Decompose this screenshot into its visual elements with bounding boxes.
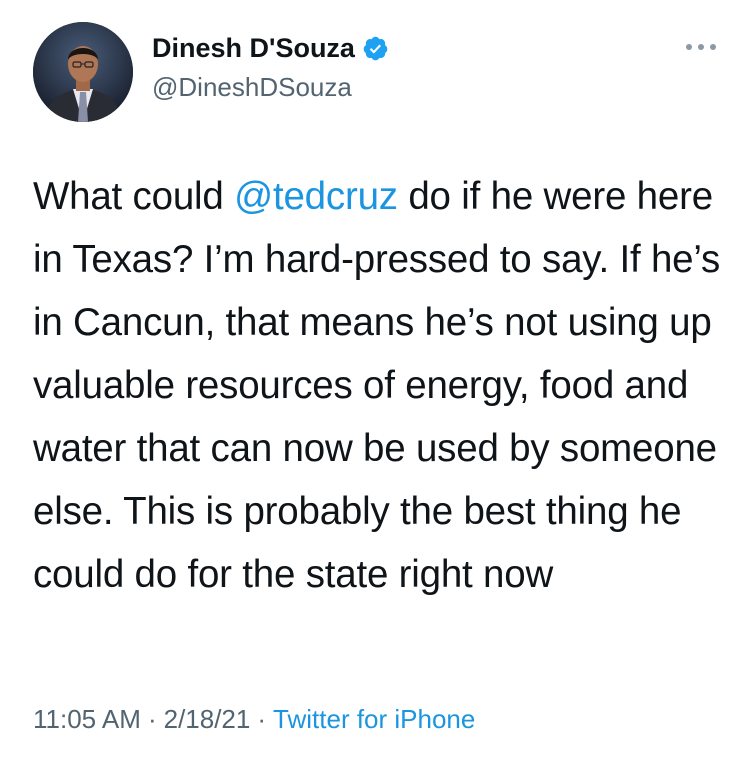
verified-badge-icon [362, 35, 389, 62]
tweet-text-start: What could [33, 175, 235, 218]
tweet-text: What could @tedcruz do if he were here i… [33, 165, 723, 606]
tweet-source-link[interactable]: Twitter for iPhone [273, 704, 475, 734]
mention-link[interactable]: @tedcruz [234, 175, 398, 218]
more-options-icon[interactable] [684, 40, 718, 54]
author-block[interactable]: Dinesh D'Souza @DineshDSouza [152, 30, 389, 103]
author-handle[interactable]: @DineshDSouza [152, 72, 389, 103]
tweet-meta: 11:05 AM · 2/18/21 · Twitter for iPhone [33, 704, 475, 735]
avatar[interactable] [33, 22, 133, 122]
tweet-date[interactable]: 2/18/21 [164, 704, 251, 734]
tweet-card: Dinesh D'Souza @DineshDSouza What could … [0, 0, 750, 764]
tweet-time[interactable]: 11:05 AM [33, 704, 141, 734]
meta-separator: · [257, 704, 267, 734]
avatar-photo [33, 22, 133, 122]
meta-separator: · [147, 704, 157, 734]
tweet-text-end: do if he were here in Texas? I’m hard-pr… [33, 175, 721, 596]
display-name[interactable]: Dinesh D'Souza [152, 33, 355, 64]
display-name-row: Dinesh D'Souza [152, 30, 389, 66]
